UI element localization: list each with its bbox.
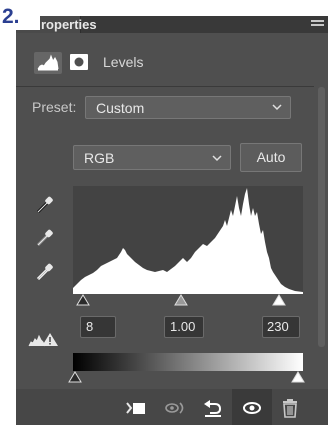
white-point-slider[interactable] xyxy=(272,294,286,306)
chevron-down-icon xyxy=(272,104,282,111)
white-eyedropper-icon[interactable] xyxy=(33,260,57,284)
step-number: 2. xyxy=(2,5,20,28)
output-black-slider[interactable] xyxy=(68,371,82,383)
preset-label: Preset: xyxy=(32,99,77,115)
trash-icon[interactable] xyxy=(281,398,299,418)
adjustment-tabs: Levels xyxy=(16,33,328,85)
white-input-value: 230 xyxy=(267,319,289,334)
preset-dropdown[interactable]: Custom xyxy=(85,96,291,119)
channel-dropdown[interactable]: RGB xyxy=(73,145,231,170)
black-input-field[interactable]: 8 xyxy=(80,316,116,338)
panel-menu-icon[interactable] xyxy=(311,20,324,27)
reset-icon[interactable] xyxy=(202,398,224,418)
histogram-graph xyxy=(73,188,303,294)
midtone-slider[interactable] xyxy=(174,294,188,306)
view-previous-state-icon[interactable] xyxy=(164,399,188,417)
chevron-down-icon xyxy=(212,155,222,162)
histogram-icon[interactable] xyxy=(34,52,62,74)
gamma-input-field[interactable]: 1.00 xyxy=(164,316,204,338)
preset-value: Custom xyxy=(96,100,145,116)
black-point-slider[interactable] xyxy=(76,294,90,306)
output-gradient xyxy=(73,353,303,371)
panel-title: roperties xyxy=(41,17,97,32)
clip-to-layer-icon[interactable] xyxy=(125,399,149,417)
black-eyedropper-icon[interactable] xyxy=(33,193,57,217)
scrollbar[interactable] xyxy=(318,87,325,347)
output-white-slider[interactable] xyxy=(291,371,305,383)
clipping-warning-icon[interactable] xyxy=(28,330,60,348)
step-badge: 2. xyxy=(0,5,40,30)
divider xyxy=(16,86,314,87)
visibility-eye-icon[interactable] xyxy=(241,399,263,417)
panel-header: roperties xyxy=(16,16,328,33)
adjustment-name: Levels xyxy=(103,54,144,70)
mask-icon[interactable] xyxy=(70,54,88,70)
white-input-field[interactable]: 230 xyxy=(262,316,300,338)
histogram xyxy=(73,186,303,294)
black-input-value: 8 xyxy=(86,319,94,334)
gamma-input-value: 1.00 xyxy=(170,319,196,334)
gray-eyedropper-icon[interactable] xyxy=(33,226,57,250)
auto-button[interactable]: Auto xyxy=(240,143,302,172)
channel-value: RGB xyxy=(84,150,115,166)
